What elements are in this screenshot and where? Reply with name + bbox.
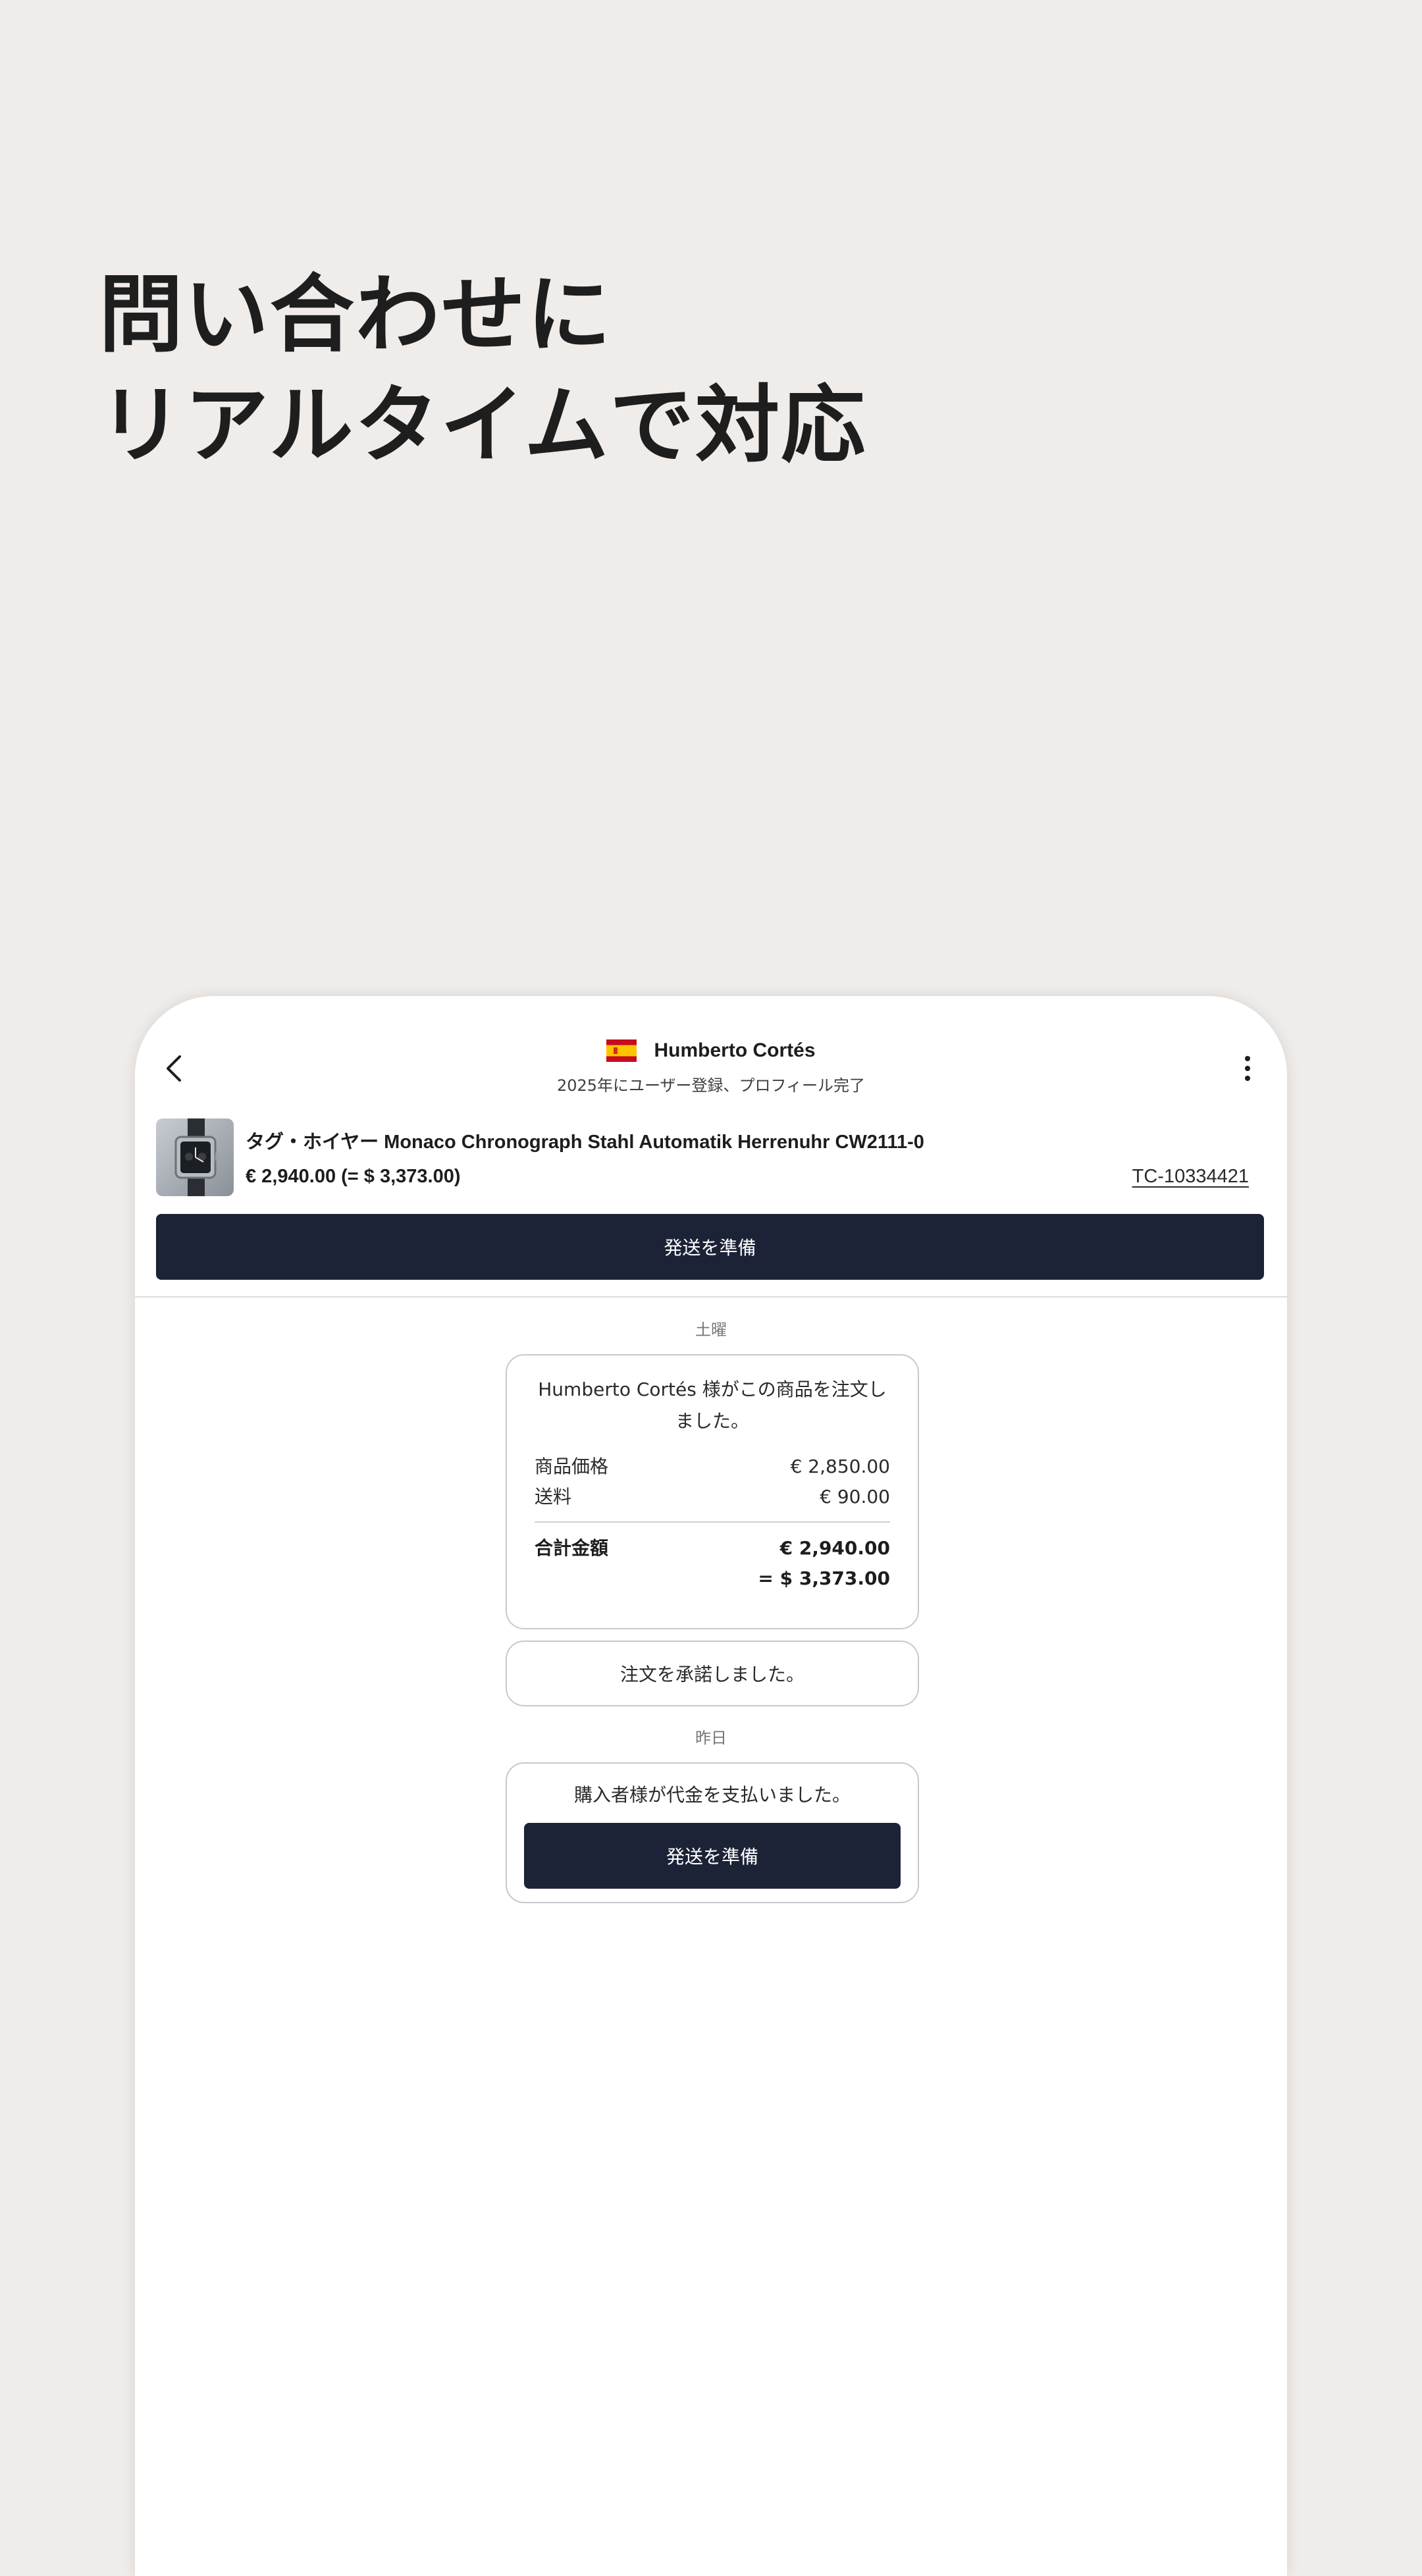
header-divider (135, 1296, 1287, 1298)
day-separator-yesterday: 昨日 (695, 1729, 727, 1747)
payment-message-bubble: 購入者様が代金を支払いました。 発送を準備 (506, 1762, 919, 1903)
shipping-value: € 90.00 (820, 1486, 890, 1508)
shipping-label: 送料 (535, 1486, 572, 1508)
conversation-header: Humberto Cortés 2025年にユーザー登録、プロフィール完了 (135, 1039, 1287, 1095)
order-message-bubble: Humberto Cortés 様がこの商品を注文しました。 商品価格 € 2,… (506, 1354, 919, 1629)
item-price-row: 商品価格 € 2,850.00 (535, 1452, 890, 1482)
more-options-button[interactable] (1228, 1049, 1267, 1088)
total-value: € 2,940.00 (779, 1537, 890, 1559)
headline-line-1: 問い合わせに (99, 266, 613, 364)
user-subtitle: 2025年にユーザー登録、プロフィール完了 (556, 1076, 866, 1095)
payment-message-text: 購入者様が代金を支払いました。 (573, 1784, 851, 1806)
item-price-value: € 2,850.00 (790, 1456, 890, 1477)
price-divider (535, 1521, 890, 1523)
shipping-row: 送料 € 90.00 (535, 1482, 890, 1512)
accepted-message-text: 注文を承諾しました。 (619, 1664, 804, 1685)
item-price-label: 商品価格 (535, 1456, 609, 1477)
watch-icon (156, 1118, 234, 1196)
total-row: 合計金額 € 2,940.00 (535, 1533, 890, 1564)
day-separator-saturday: 土曜 (695, 1321, 727, 1339)
headline-line-2: リアルタイムで対応 (99, 377, 867, 475)
total-usd-value: = $ 3,373.00 (758, 1567, 890, 1589)
accepted-message-bubble: 注文を承諾しました。 (506, 1641, 919, 1706)
more-vertical-icon (1245, 1056, 1250, 1081)
price-breakdown: 商品価格 € 2,850.00 送料 € 90.00 合計金額 € 2,940.… (535, 1452, 890, 1594)
prepare-shipping-button[interactable]: 発送を準備 (156, 1214, 1264, 1280)
device-screen: Humberto Cortés 2025年にユーザー登録、プロフィール完了 タグ… (135, 996, 1287, 2576)
order-id-link[interactable]: TC-10334421 (1132, 1166, 1249, 1188)
order-message-text: Humberto Cortés 様がこの商品を注文しました。 (538, 1379, 887, 1432)
marketing-headline: 問い合わせに リアルタイムで対応 (99, 260, 866, 481)
spain-flag-icon (606, 1039, 637, 1062)
product-thumbnail[interactable] (156, 1118, 234, 1196)
total-label: 合計金額 (535, 1537, 609, 1559)
bubble-prepare-shipping-button[interactable]: 発送を準備 (524, 1823, 901, 1889)
product-title[interactable]: タグ・ホイヤー Monaco Chronograph Stahl Automat… (246, 1126, 924, 1154)
user-name: Humberto Cortés (654, 1039, 816, 1061)
product-price: € 2,940.00 (= $ 3,373.00) (246, 1166, 461, 1187)
